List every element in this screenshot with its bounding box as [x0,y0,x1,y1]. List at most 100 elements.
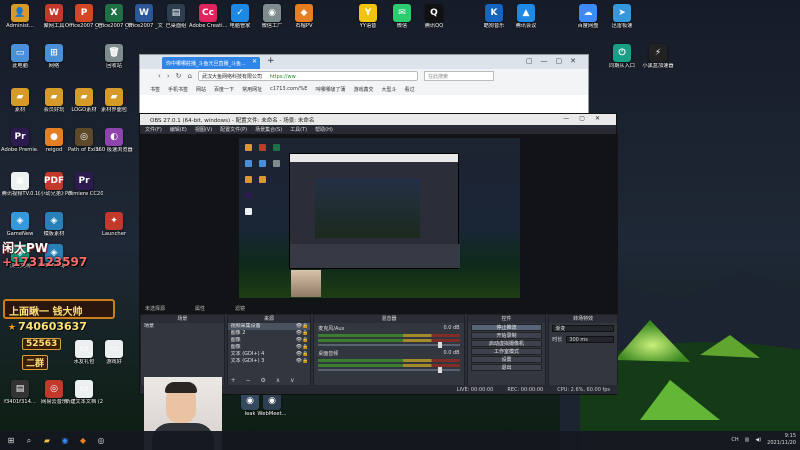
obs-window[interactable]: OBS 27.0.1 (64-bit, windows) - 配置文件: 未命名… [139,113,618,395]
source-item[interactable]: 图像 2 👁🔒 [228,330,311,337]
source-item-label: 文本 (GDI+) 4 [230,351,265,357]
obs-menu-item[interactable]: 帮助(H) [315,126,333,133]
desktop-shortcut[interactable]: Pr Adobe Premie... [1,128,39,164]
desktop-shortcut[interactable]: ▰ 素材 [2,88,38,124]
control-button[interactable]: 启动虚拟摄像机 [470,340,543,347]
source-item[interactable]: 图像 👁🔒 [228,337,311,344]
close-tab-icon[interactable]: ✕ [252,58,257,65]
obs-menu-item[interactable]: 工具(T) [290,126,307,133]
desktop-shortcut[interactable]: ✓ 电脑管家 [222,4,258,40]
preview-icon [245,160,252,167]
source-item[interactable]: 文本 (GDI+) 3 👁🔒 [228,358,311,365]
desktop-shortcut[interactable]: ▰ 素材界面包 [96,88,132,124]
obs-menu-item[interactable]: 场景集合(S) [255,126,282,133]
bookmark-item[interactable]: 书签 [150,86,160,93]
volume-icon[interactable]: ◀) [755,437,761,443]
obs-preview[interactable] [140,134,618,314]
control-button[interactable]: 设置 [470,356,543,363]
control-button[interactable]: 退出 [470,364,543,371]
desktop-shortcut[interactable]: ▭ 此电脑 [2,44,38,80]
bookmark-item[interactable]: c1713.com/%E [270,86,307,92]
desktop-shortcut[interactable]: ▭ 游戏好 [96,340,132,376]
desktop-shortcut[interactable]: ✉ 微信 [384,4,420,40]
desktop-shortcut[interactable]: Q 腾讯QQ [416,4,452,40]
visibility-lock-icon[interactable]: 👁🔒 [296,351,309,358]
obs-menu-item[interactable]: 配置文件(P) [220,126,247,133]
desktop-shortcut[interactable]: ☁ 百度网盘 [570,4,606,40]
desktop-shortcut[interactable]: ➤ 迅雷极速 [604,4,640,40]
window-controls[interactable]: —▢✕ [563,115,610,122]
obs-menu-item[interactable]: 文件(F) [145,126,162,133]
desktop-shortcut[interactable]: PrPremiere CC2018 [65,172,103,208]
desktop-shortcut[interactable]: K 酷狗音乐 [476,4,512,40]
desktop-shortcut[interactable]: ▤ 已桌面组 [158,4,194,40]
source-item[interactable]: 文本 (GDI+) 4 👁🔒 [228,351,311,358]
visibility-lock-icon[interactable]: 👁🔒 [296,358,309,365]
desktop-shortcut[interactable]: ◐ 360 极速浏览器 [95,128,133,164]
windows-start-icon[interactable]: ⊞ [6,436,16,446]
back-icon[interactable]: ‹ [158,72,161,80]
bookmark-item[interactable]: 看过 [404,86,414,93]
bookmark-item[interactable]: 叫哪哪啵了蒲 [315,86,345,93]
visibility-lock-icon[interactable]: 👁🔒 [296,337,309,344]
desktop-shortcut[interactable]: Y YY语音 [350,4,386,40]
bookmark-item[interactable]: 百度一下 [214,86,234,93]
browser-tab-active[interactable]: 你中哪哪莊播_斗鱼元旦直播_斗鱼... [162,57,260,69]
control-button[interactable]: 停止推流 [470,324,543,331]
bookmark-item[interactable]: 网站 [196,86,206,93]
search-icon[interactable]: ⌕ [24,436,34,446]
home-icon[interactable]: ⌂ [188,72,192,80]
volume-slider[interactable] [318,342,460,348]
network-icon[interactable]: ▥ [745,437,750,443]
desktop-shortcut[interactable]: ▤ f3401f314... [2,380,38,416]
obs-menu-item[interactable]: 视图(V) [195,126,212,133]
url-input[interactable]: 武汉大鱼网络科技有限公司 https://ww [197,71,418,81]
desktop-shortcut[interactable]: ▲ 腾讯会议 [508,4,544,40]
visibility-lock-icon[interactable]: 👁🔒 [296,323,309,330]
new-tab-icon[interactable]: + [267,56,275,66]
desktop-shortcut[interactable]: ▭ 新建文本文档 (2) [65,380,103,416]
desktop-shortcut[interactable]: WOffice2007 _文字 [125,4,163,40]
browser-search-input[interactable]: 在此搜索 [423,71,494,81]
browser-taskbar-icon[interactable]: ◉ [60,436,70,446]
desktop-shortcut[interactable]: ◆ 石榴PV [286,4,322,40]
folder-taskbar-icon[interactable]: ▰ [42,436,52,446]
source-toolbar-buttons[interactable]: + − ⚙ ∧ ∨ [231,377,299,384]
desktop-shortcut[interactable]: 👤 Administ... [2,4,38,40]
visibility-lock-icon[interactable]: 👁🔒 [296,344,309,351]
bookmark-item[interactable]: 手机书签 [168,86,188,93]
bookmark-item[interactable]: 大型斗 [381,86,396,93]
filters-button[interactable]: 滤镜 [235,305,245,312]
input-method-indicator[interactable]: CH [731,437,738,443]
window-controls[interactable]: ▢—▢✕ [526,57,584,65]
desktop-shortcut[interactable]: ✦ Launcher [96,212,132,248]
volume-slider[interactable] [318,367,460,373]
desktop-shortcut[interactable]: ◉ 微信工厂 [254,4,290,40]
browser-window[interactable]: 你中哪哪莊播_斗鱼元旦直播_斗鱼... ✕ + ▢—▢✕ ‹ › ↻ ⌂ 武汉大… [139,54,589,116]
desktop-shortcut[interactable]: ⚡ 小黑盒加速器 [640,44,676,80]
desktop-shortcut[interactable]: Cc Adobe Creati... [189,4,227,40]
desktop-shortcut[interactable]: ⏻ 同期从入口 [604,44,640,80]
forward-icon[interactable]: › [167,72,170,80]
clock[interactable]: 9:15 2021/11/20 [767,433,796,447]
obs-taskbar-icon[interactable]: ◎ [96,436,106,446]
source-item[interactable]: 视频采集设备 👁🔒 [227,323,311,330]
desktop-shortcut[interactable]: ▣ 腾讯视频TV.0.1 [2,172,38,208]
obs-menu-item[interactable]: 编辑(E) [170,126,187,133]
properties-button[interactable]: 属性 [195,305,205,312]
source-item[interactable]: 图像 👁🔒 [228,344,311,351]
scene-item[interactable]: 场景 [141,323,224,330]
visibility-lock-icon[interactable]: 👁🔒 [296,330,309,337]
duration-input[interactable]: 300 ms [566,336,614,343]
desktop-shortcut[interactable]: ◉ WebMeet... [254,392,290,428]
desktop-shortcut[interactable]: ⊞ 网络 [36,44,72,80]
bookmark-item[interactable]: 游戏鑫交 [353,86,373,93]
control-button[interactable]: 开始录制 [470,332,543,339]
refresh-icon[interactable]: ↻ [176,72,182,80]
control-button[interactable]: 工作室模式 [470,348,543,355]
bookmark-item[interactable]: 常用网址 [242,86,262,93]
app-taskbar-icon[interactable]: ◆ [78,436,88,446]
streamer-name-overlay: 闲大PW [2,241,49,255]
transition-select[interactable]: 渐变 [552,325,614,332]
desktop-shortcut[interactable]: 🗑 回收站 [96,44,132,80]
